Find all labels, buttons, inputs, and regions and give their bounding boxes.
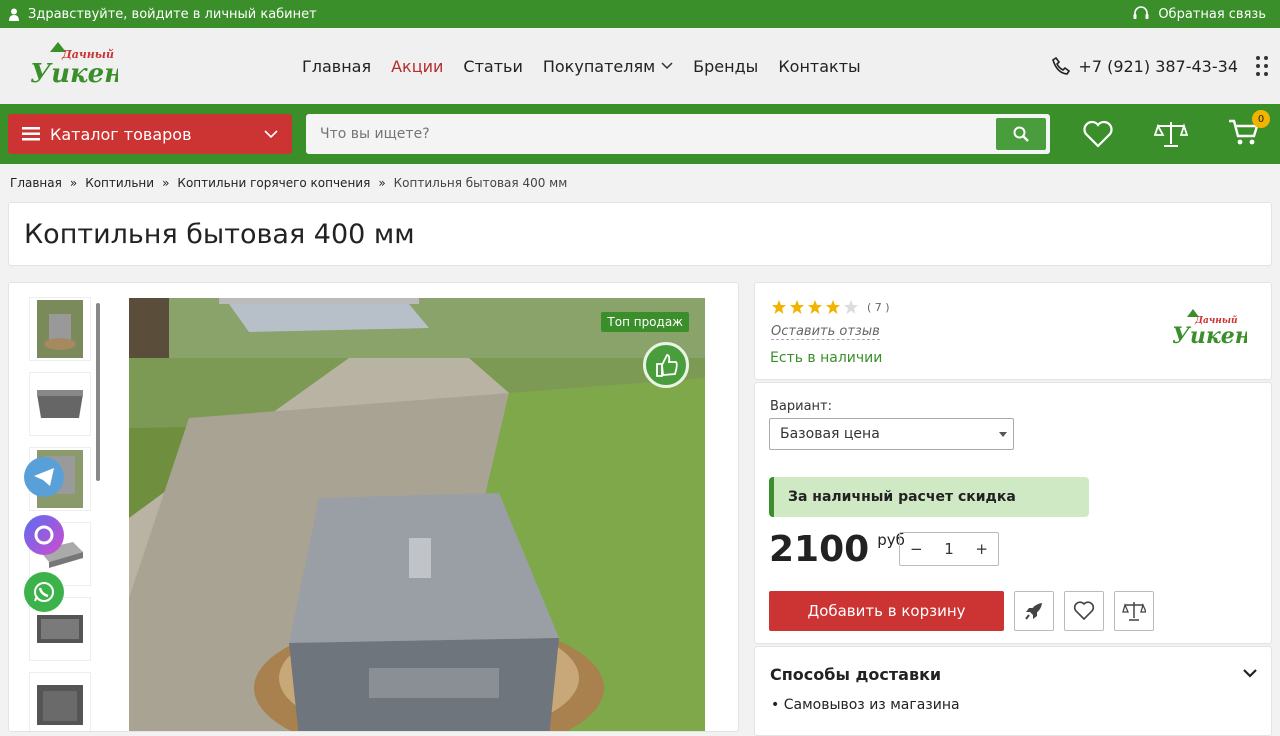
top-bar: Здравствуйте, войдите в личный кабинет О… xyxy=(0,0,1280,28)
page-title: Коптильня бытовая 400 мм xyxy=(24,218,415,250)
purchase-panel: Вариант: Базовая цена За наличный расчет… xyxy=(754,382,1272,644)
nav-articles[interactable]: Статьи xyxy=(463,57,522,76)
search-box xyxy=(306,114,1050,154)
logo-graphic: Дачный Уикенд xyxy=(30,42,141,89)
breadcrumb: Главная » Коптильни » Коптильни горячего… xyxy=(0,164,1280,202)
compare-icon xyxy=(1122,602,1146,621)
telegram-icon[interactable] xyxy=(24,457,64,497)
variant-value[interactable]: Базовая цена xyxy=(780,426,880,442)
discount-text: За наличный расчет скидка xyxy=(788,489,1016,505)
callback-link[interactable]: Обратная связь xyxy=(1132,6,1266,22)
thumbnail[interactable] xyxy=(29,297,91,361)
search-input[interactable] xyxy=(320,126,996,142)
search-icon xyxy=(1013,126,1029,142)
nav-contacts[interactable]: Контакты xyxy=(778,57,860,76)
menu-icon xyxy=(22,127,40,141)
star-empty-icon xyxy=(844,300,858,314)
product-gallery: Топ продаж xyxy=(8,282,739,732)
review-count[interactable]: ( 7 ) xyxy=(867,301,890,314)
chevron-down-icon[interactable] xyxy=(1243,669,1257,679)
catalog-button[interactable]: Каталог товаров xyxy=(8,114,292,154)
delivery-title[interactable]: Способы доставки xyxy=(770,665,941,684)
qty-plus-button[interactable]: + xyxy=(975,540,988,558)
breadcrumb-separator: » xyxy=(162,176,170,190)
breadcrumb-home[interactable]: Главная xyxy=(10,176,62,190)
price-value: 2100 xyxy=(769,529,870,570)
header-actions: 0 xyxy=(1082,110,1270,150)
brand-logo[interactable]: Дачный Уикенд xyxy=(1171,305,1266,355)
thumbnail[interactable] xyxy=(29,672,91,731)
search-bar-row: Каталог товаров 0 xyxy=(0,104,1280,164)
phone-number[interactable]: +7 (921) 387-43-34 xyxy=(1078,57,1238,76)
star-icon xyxy=(772,300,786,314)
chevron-down-icon xyxy=(661,62,673,70)
select-arrow-icon xyxy=(999,432,1007,437)
rocket-icon xyxy=(1025,603,1042,620)
site-logo[interactable]: Дачный Уикенд xyxy=(28,38,141,94)
main-product-image[interactable]: Топ продаж xyxy=(129,298,705,731)
heart-icon[interactable] xyxy=(1082,120,1114,148)
quantity-stepper: − 1 + xyxy=(899,532,999,566)
delivery-panel: Способы доставки • Самовывоз из магазина xyxy=(754,646,1272,736)
variant-select[interactable]: Базовая цена xyxy=(769,418,1014,450)
qty-minus-button[interactable]: − xyxy=(910,540,923,558)
breadcrumb-smokers[interactable]: Коптильни xyxy=(85,176,154,190)
chevron-down-icon xyxy=(264,129,278,138)
variant-label: Вариант: xyxy=(770,399,833,414)
headset-icon xyxy=(1133,6,1149,19)
breadcrumb-hot-smokers[interactable]: Коптильни горячего копчения xyxy=(177,176,370,190)
thumbnail[interactable] xyxy=(29,372,91,436)
add-to-wishlist-button[interactable] xyxy=(1064,591,1104,631)
user-icon xyxy=(9,8,19,21)
search-button[interactable] xyxy=(996,118,1046,150)
star-icon xyxy=(808,300,822,314)
cash-discount-notice: За наличный расчет скидка xyxy=(769,477,1089,517)
header: Дачный Уикенд Главная Акции Статьи Покуп… xyxy=(0,28,1280,104)
rating-stars: ( 7 ) xyxy=(771,299,890,315)
nav-promotions[interactable]: Акции xyxy=(391,57,443,76)
qty-value[interactable]: 1 xyxy=(944,540,954,558)
product-summary: ( 7 ) Оставить отзыв Есть в наличии Дачн… xyxy=(754,282,1272,380)
cart-count-badge: 0 xyxy=(1252,110,1270,128)
add-to-cart-button[interactable]: Добавить в корзину xyxy=(769,591,1004,631)
title-box: Коптильня бытовая 400 мм xyxy=(8,202,1272,266)
breadcrumb-current: Коптильня бытовая 400 мм xyxy=(393,176,568,190)
phone-icon xyxy=(1052,57,1071,75)
quality-seal-icon xyxy=(643,342,689,388)
compare-icon[interactable] xyxy=(1154,120,1188,148)
nav-brands[interactable]: Бренды xyxy=(693,57,758,76)
nav-home[interactable]: Главная xyxy=(302,57,371,76)
top-sales-badge: Топ продаж xyxy=(601,312,689,332)
max-messenger-icon[interactable] xyxy=(24,515,64,555)
phone-link[interactable]: +7 (921) 387-43-34 xyxy=(1052,57,1238,76)
callback-text[interactable]: Обратная связь xyxy=(1158,7,1266,22)
star-icon xyxy=(790,300,804,314)
leave-review-link[interactable]: Оставить отзыв xyxy=(771,324,880,340)
thumbnail-scrollbar[interactable] xyxy=(96,303,100,481)
catalog-label[interactable]: Каталог товаров xyxy=(50,125,192,144)
quick-order-button[interactable] xyxy=(1014,591,1054,631)
star-icon xyxy=(826,300,840,314)
add-to-cart-label[interactable]: Добавить в корзину xyxy=(807,602,965,620)
cart-button[interactable]: 0 xyxy=(1228,110,1270,150)
breadcrumb-separator: » xyxy=(378,176,386,190)
nav-buyers[interactable]: Покупателям xyxy=(543,57,673,76)
whatsapp-icon[interactable] xyxy=(24,572,64,612)
svg-text:Уикенд: Уикенд xyxy=(30,59,118,89)
breadcrumb-separator: » xyxy=(69,176,78,190)
add-to-compare-button[interactable] xyxy=(1114,591,1154,631)
delivery-item: • Самовывоз из магазина xyxy=(771,697,960,713)
heart-icon xyxy=(1073,601,1095,621)
stock-status: Есть в наличии xyxy=(770,350,883,366)
main-nav: Главная Акции Статьи Покупателям Бренды … xyxy=(302,57,861,76)
login-text[interactable]: Здравствуйте, войдите в личный кабинет xyxy=(28,7,317,22)
login-link[interactable]: Здравствуйте, войдите в личный кабинет xyxy=(8,7,317,22)
more-menu-icon[interactable] xyxy=(1256,56,1268,76)
svg-text:Уикенд: Уикенд xyxy=(1172,323,1247,349)
price: 2100 руб xyxy=(769,529,905,570)
nav-buyers-label[interactable]: Покупателям xyxy=(543,57,655,76)
